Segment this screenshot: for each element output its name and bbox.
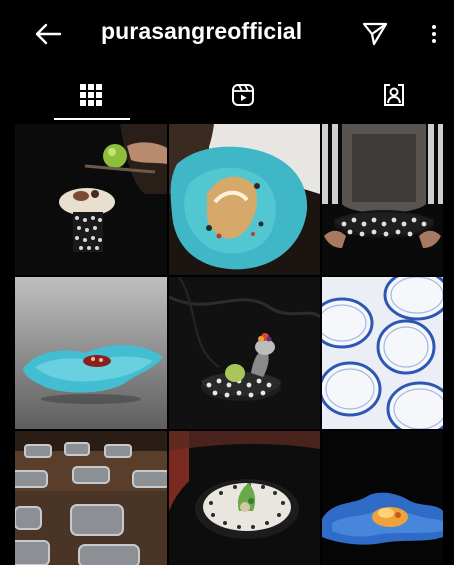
post-thumbnail[interactable] xyxy=(322,431,443,565)
post-thumbnail[interactable] xyxy=(15,277,167,429)
reels-icon xyxy=(231,84,254,106)
post-image xyxy=(15,277,167,429)
post-thumbnail[interactable] xyxy=(15,124,167,275)
more-vertical-icon xyxy=(432,25,436,43)
tab-tagged[interactable] xyxy=(318,66,454,124)
more-options-button[interactable] xyxy=(424,18,444,50)
tagged-icon xyxy=(383,84,404,106)
post-image xyxy=(169,277,320,429)
arrow-left-icon xyxy=(35,23,62,45)
send-button[interactable] xyxy=(359,18,391,50)
tab-reels[interactable] xyxy=(167,66,318,124)
post-image xyxy=(169,124,320,275)
post-thumbnail[interactable] xyxy=(169,277,320,429)
back-button[interactable] xyxy=(30,16,66,52)
post-thumbnail[interactable] xyxy=(169,431,320,565)
profile-header: purasangreofficial xyxy=(0,0,454,66)
post-image xyxy=(169,431,320,565)
grid-icon xyxy=(80,84,102,106)
post-image xyxy=(15,431,167,565)
post-image xyxy=(322,431,443,565)
paper-plane-icon xyxy=(362,22,388,46)
tab-posts-grid[interactable] xyxy=(15,66,167,124)
post-thumbnail[interactable] xyxy=(322,124,443,275)
profile-tabs xyxy=(0,66,454,124)
post-image xyxy=(322,277,443,429)
post-thumbnail[interactable] xyxy=(169,124,320,275)
profile-username: purasangreofficial xyxy=(101,18,303,44)
post-thumbnail[interactable] xyxy=(322,277,443,429)
posts-grid xyxy=(15,124,443,565)
active-tab-indicator xyxy=(54,118,130,120)
post-thumbnail[interactable] xyxy=(15,431,167,565)
post-image xyxy=(322,124,443,275)
post-image xyxy=(15,124,167,275)
